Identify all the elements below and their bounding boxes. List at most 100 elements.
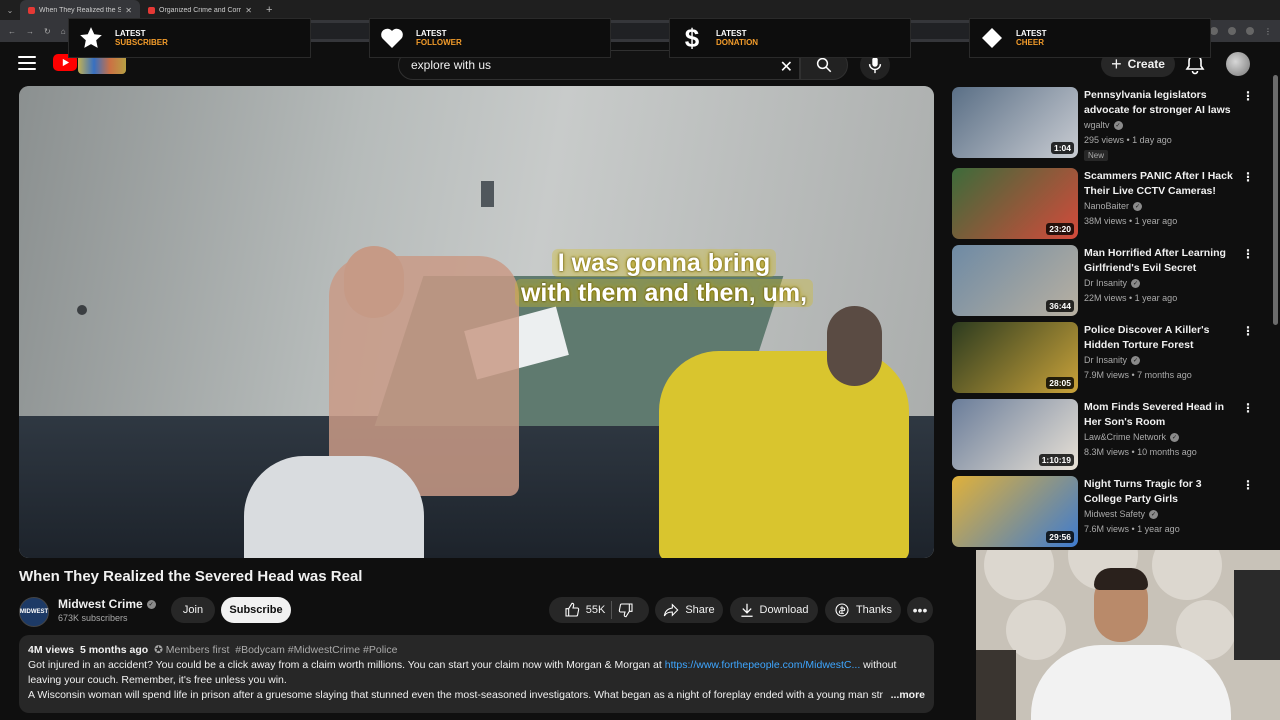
page-scrollbar[interactable] — [1273, 75, 1278, 325]
tab-close-icon[interactable]: ✕ — [125, 6, 132, 15]
overlay-label: LATEST — [416, 29, 447, 38]
recommended-channel[interactable]: Dr Insanity ✓ — [1084, 355, 1141, 365]
tab-title: Organized Crime and Corruptio — [159, 6, 242, 14]
latest-donation-overlay: $ LATEST DONATION — [669, 18, 911, 58]
recommended-video-title[interactable]: Night Turns Tragic for 3 College Party G… — [1084, 477, 1236, 507]
video-thumbnail[interactable]: 1:10:19 — [952, 399, 1078, 470]
members-first-icon: ✪ — [154, 644, 163, 656]
extension-icon[interactable] — [1228, 27, 1236, 35]
recommended-video-title[interactable]: Mom Finds Severed Head in Her Son's Room — [1084, 400, 1236, 430]
description-link[interactable]: https://www.forthepeople.com/MidwestC... — [665, 659, 861, 671]
video-player[interactable]: I was gonna bring with them and then, um… — [19, 86, 934, 558]
extension-icon[interactable] — [1210, 27, 1218, 35]
description-box[interactable]: 4M views 5 months ago ✪ Members first #B… — [19, 635, 934, 713]
recommended-video-meta: 295 views • 1 day ago — [1084, 135, 1172, 145]
recommended-video[interactable]: 29:56 Night Turns Tragic for 3 College P… — [952, 476, 1254, 548]
browser-menu-icon[interactable]: ⋮ — [1264, 27, 1272, 36]
recommended-video[interactable]: 23:20 Scammers PANIC After I Hack Their … — [952, 168, 1254, 240]
recommended-channel-name: Dr Insanity — [1084, 278, 1128, 288]
recommended-video[interactable]: 36:44 Man Horrified After Learning Girlf… — [952, 245, 1254, 317]
video-caption: I was gonna bring with them and then, um… — [514, 248, 814, 308]
channel-avatar[interactable]: MIDWEST — [19, 597, 49, 627]
recommended-channel-name: Law&Crime Network — [1084, 432, 1167, 442]
verified-icon: ✓ — [1131, 355, 1141, 365]
recommended-video-title[interactable]: Man Horrified After Learning Girlfriend'… — [1084, 246, 1236, 276]
subscribe-label: Subscribe — [229, 604, 283, 616]
recommended-channel[interactable]: Law&Crime Network ✓ — [1084, 432, 1180, 442]
show-more-link[interactable]: ...more — [891, 688, 925, 703]
share-button[interactable]: Share — [655, 597, 723, 623]
recommended-video-title[interactable]: Police Discover A Killer's Hidden Tortur… — [1084, 323, 1236, 353]
recommended-channel[interactable]: wgaltv ✓ — [1084, 120, 1123, 130]
tab-close-icon[interactable]: ✕ — [245, 6, 252, 15]
video-thumbnail[interactable]: 36:44 — [952, 245, 1078, 316]
dislike-icon[interactable] — [618, 602, 634, 618]
recommended-video-title[interactable]: Pennsylvania legislators advocate for st… — [1084, 88, 1236, 118]
overlay-label: LATEST — [716, 29, 747, 38]
overlay-label: LATEST — [115, 29, 146, 38]
menu-icon[interactable] — [18, 56, 36, 70]
more-options-icon[interactable]: ⋮ — [1242, 89, 1254, 103]
channel-name[interactable]: Midwest Crime ✓ — [58, 597, 156, 611]
latest-follower-overlay: LATEST FOLLOWER — [369, 18, 611, 58]
heart-icon — [378, 24, 406, 52]
recommended-video[interactable]: 1:10:19 Mom Finds Severed Head in Her So… — [952, 399, 1254, 471]
caption-line: with them and then, um, — [514, 279, 814, 307]
home-icon[interactable]: ⌂ — [61, 27, 66, 36]
recommended-channel[interactable]: NanoBaiter ✓ — [1084, 201, 1143, 211]
forward-icon[interactable]: → — [26, 27, 34, 36]
overlay-label: LATEST — [1016, 29, 1047, 38]
recommended-video-meta: 7.9M views • 7 months ago — [1084, 370, 1192, 380]
more-options-icon[interactable]: ⋮ — [1242, 324, 1254, 338]
new-tab-icon[interactable]: + — [260, 4, 278, 16]
star-icon — [77, 24, 105, 52]
browser-tab[interactable]: Organized Crime and Corruptio ✕ — [140, 0, 260, 20]
back-icon[interactable]: ← — [8, 27, 16, 36]
verified-icon: ✓ — [1133, 201, 1143, 211]
video-title: When They Realized the Severed Head was … — [19, 568, 363, 585]
profile-icon[interactable] — [1246, 27, 1254, 35]
recommended-video[interactable]: 1:04 Pennsylvania legislators advocate f… — [952, 87, 1254, 161]
subscribe-button[interactable]: Subscribe — [221, 597, 291, 623]
more-actions-icon[interactable]: ••• — [907, 597, 933, 623]
join-button[interactable]: Join — [171, 597, 215, 623]
microphone-icon — [868, 56, 882, 74]
search-icon — [816, 57, 832, 73]
video-thumbnail[interactable]: 29:56 — [952, 476, 1078, 547]
recommended-channel-name: Dr Insanity — [1084, 355, 1128, 365]
video-duration: 23:20 — [1046, 223, 1074, 235]
video-thumbnail[interactable]: 1:04 — [952, 87, 1078, 158]
more-options-icon[interactable]: ⋮ — [1242, 170, 1254, 184]
like-icon[interactable] — [564, 602, 580, 618]
verified-icon: ✓ — [1149, 509, 1159, 519]
hashtags[interactable]: #Bodycam #MidwestCrime #Police — [235, 644, 397, 656]
download-button[interactable]: Download — [730, 597, 818, 623]
more-options-icon[interactable]: ⋮ — [1242, 401, 1254, 415]
recommended-video-title[interactable]: Scammers PANIC After I Hack Their Live C… — [1084, 169, 1236, 199]
subscriber-count: 673K subscribers — [58, 613, 128, 623]
thanks-label: Thanks — [855, 604, 893, 616]
more-options-icon[interactable]: ⋮ — [1242, 247, 1254, 261]
recommended-channel[interactable]: Midwest Safety ✓ — [1084, 509, 1159, 519]
video-duration: 1:04 — [1050, 142, 1074, 154]
recommended-video-meta: 38M views • 1 year ago — [1084, 216, 1178, 226]
recommended-video-meta: 7.6M views • 1 year ago — [1084, 524, 1180, 534]
search-value: explore with us — [411, 58, 492, 72]
clear-search-icon[interactable]: ✕ — [780, 57, 793, 77]
video-thumbnail[interactable]: 28:05 — [952, 322, 1078, 393]
overlay-sublabel: SUBSCRIBER — [115, 38, 168, 47]
latest-cheer-overlay: LATEST CHEER — [969, 18, 1211, 58]
recommended-channel[interactable]: Dr Insanity ✓ — [1084, 278, 1141, 288]
browser-tab-active[interactable]: When They Realized the Se ✕ — [20, 0, 140, 20]
recommended-video[interactable]: 28:05 Police Discover A Killer's Hidden … — [952, 322, 1254, 394]
like-dislike-group: 55K — [549, 597, 649, 623]
more-options-icon[interactable]: ⋮ — [1242, 478, 1254, 492]
account-avatar[interactable] — [1226, 52, 1250, 76]
tab-search-icon[interactable]: ⌄ — [0, 6, 20, 15]
description-text: without — [863, 659, 897, 671]
like-count[interactable]: 55K — [586, 604, 606, 616]
thanks-button[interactable]: Thanks — [825, 597, 901, 623]
reload-icon[interactable]: ↻ — [44, 27, 51, 36]
video-thumbnail[interactable]: 23:20 — [952, 168, 1078, 239]
verified-icon: ✓ — [1131, 278, 1141, 288]
